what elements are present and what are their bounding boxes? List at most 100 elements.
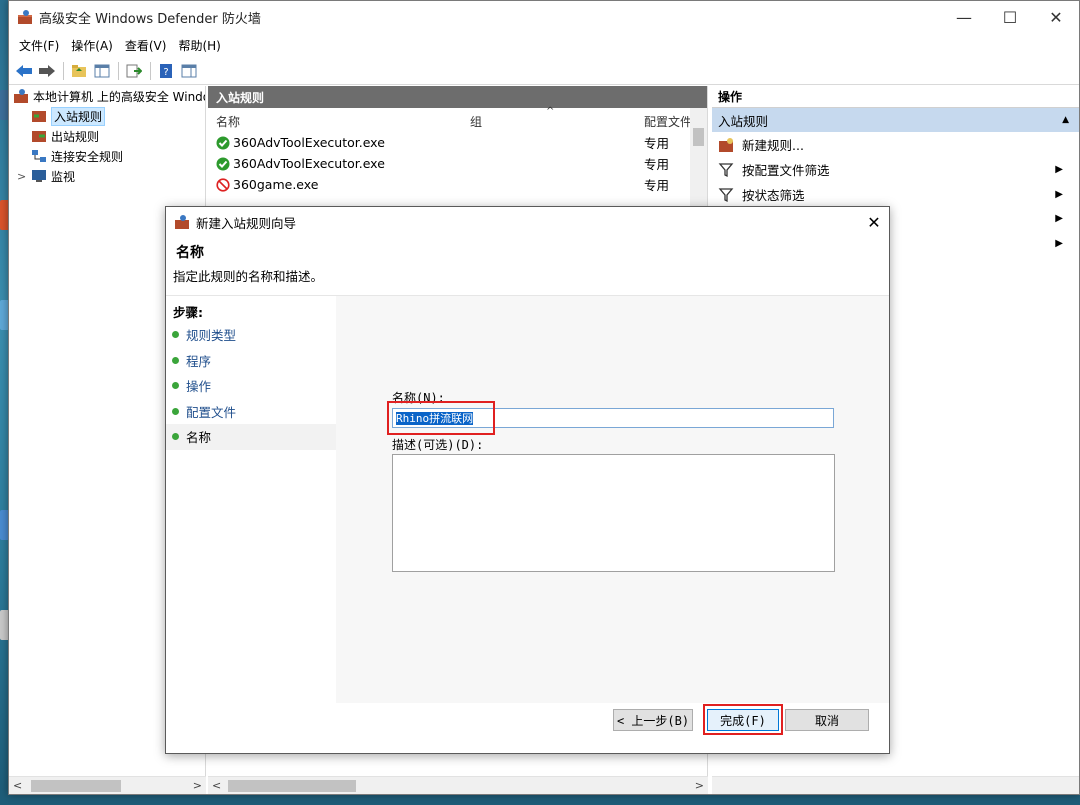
- window-title: 高级安全 Windows Defender 防火墙: [39, 11, 261, 27]
- action-filter-by-state[interactable]: 按状态筛选 ▶: [712, 182, 1079, 207]
- tree-item-monitoring[interactable]: > 监视: [9, 166, 205, 186]
- column-group[interactable]: 组: [470, 113, 482, 130]
- collapse-caret-icon[interactable]: ▲: [1062, 115, 1069, 125]
- name-highlight-annotation: [387, 401, 495, 435]
- tree-horizontal-scrollbar[interactable]: < >: [9, 776, 206, 794]
- step-rule-type[interactable]: 规则类型: [166, 322, 336, 348]
- dialog-body: 步骤: 规则类型 程序 操作 配置文件 名称 名称(N): Rhino拼流联网 …: [166, 295, 889, 703]
- close-button[interactable]: ✕: [1033, 1, 1079, 33]
- block-icon: [216, 177, 230, 192]
- rule-name: 360AdvToolExecutor.exe: [233, 135, 385, 150]
- wizard-form: 名称(N): Rhino拼流联网 描述(可选)(D):: [336, 296, 889, 703]
- step-profile[interactable]: 配置文件: [166, 399, 336, 425]
- dialog-title: 新建入站规则向导: [196, 215, 297, 231]
- inbound-rules-icon: [32, 111, 46, 122]
- tree-item-outbound-rules[interactable]: 出站规则: [9, 126, 205, 146]
- action-label: 按配置文件筛选: [742, 163, 830, 178]
- toolbar-separator: [118, 61, 119, 80]
- description-label: 描述(可选)(D):: [392, 438, 484, 452]
- submenu-arrow-icon: ▶: [1055, 238, 1063, 249]
- step-label: 配置文件: [186, 404, 237, 420]
- scroll-right-icon[interactable]: >: [695, 779, 704, 792]
- step-program[interactable]: 程序: [166, 348, 336, 374]
- scrollbar-thumb[interactable]: [693, 128, 704, 146]
- back-arrow-icon[interactable]: [13, 60, 35, 82]
- minimize-button[interactable]: —: [941, 1, 987, 33]
- dialog-heading: 名称: [176, 245, 204, 261]
- rule-profile: 专用: [644, 178, 670, 193]
- tree-item-label: 监视: [51, 169, 76, 184]
- toolbar-separator: [63, 61, 64, 80]
- dialog-description: 指定此规则的名称和描述。: [173, 269, 324, 284]
- step-dot-icon: [172, 331, 179, 339]
- menu-bar: 文件(F) 操作(A) 查看(V) 帮助(H): [9, 33, 1079, 57]
- rule-description-textarea[interactable]: [392, 454, 835, 572]
- tree-item-inbound-rules[interactable]: 入站规则: [9, 106, 205, 126]
- menu-file[interactable]: 文件(F): [13, 37, 65, 54]
- scrollbar-thumb[interactable]: [228, 780, 356, 792]
- rules-pane-header: 入站规则: [208, 86, 707, 108]
- rule-row[interactable]: 360AdvToolExecutor.exe 专用: [208, 153, 707, 174]
- action-new-rule[interactable]: 新建规则...: [712, 132, 1079, 157]
- rules-vertical-scrollbar[interactable]: [690, 108, 707, 208]
- rule-profile: 专用: [644, 157, 670, 172]
- cancel-button[interactable]: 取消: [785, 709, 869, 731]
- rule-name: 360AdvToolExecutor.exe: [233, 156, 385, 171]
- dialog-close-button[interactable]: ✕: [859, 207, 889, 237]
- show-hide-tree-icon[interactable]: [91, 60, 113, 82]
- menu-action[interactable]: 操作(A): [65, 37, 119, 54]
- step-name[interactable]: 名称: [166, 424, 336, 450]
- tree-item-connection-security-rules[interactable]: 连接安全规则: [9, 146, 205, 166]
- forward-arrow-icon[interactable]: [36, 60, 58, 82]
- rule-row[interactable]: 360AdvToolExecutor.exe 专用: [208, 132, 707, 153]
- dialog-titlebar: 新建入站规则向导 ✕: [166, 207, 889, 237]
- rule-row[interactable]: 360game.exe 专用: [208, 174, 707, 195]
- show-hide-action-pane-icon[interactable]: [178, 60, 200, 82]
- steps-title: 步骤:: [173, 305, 203, 320]
- step-action[interactable]: 操作: [166, 373, 336, 399]
- column-headers: 名称 组 ^ 配置文件: [208, 106, 707, 132]
- scroll-left-icon[interactable]: <: [13, 779, 22, 792]
- action-filter-by-profile[interactable]: 按配置文件筛选 ▶: [712, 157, 1079, 182]
- tree-root[interactable]: 本地计算机 上的高级安全 Windows Defender 防火墙: [9, 86, 205, 106]
- maximize-button[interactable]: ☐: [987, 1, 1033, 33]
- column-name[interactable]: 名称: [216, 113, 240, 130]
- up-folder-icon[interactable]: [68, 60, 90, 82]
- scroll-left-icon[interactable]: <: [212, 779, 221, 792]
- back-button[interactable]: < 上一步(B): [613, 709, 693, 731]
- export-list-icon[interactable]: [123, 60, 145, 82]
- finish-highlight-annotation: [703, 704, 783, 735]
- sort-caret-icon: ^: [546, 106, 555, 117]
- menu-view[interactable]: 查看(V): [119, 37, 173, 54]
- rule-profile: 专用: [644, 136, 670, 151]
- column-profile[interactable]: 配置文件: [644, 113, 692, 130]
- toolbar: ?: [9, 57, 1079, 85]
- step-dot-icon: [172, 407, 179, 415]
- scroll-right-icon[interactable]: >: [193, 779, 202, 792]
- toolbar-separator: [150, 61, 151, 80]
- tree-root-label: 本地计算机 上的高级安全 Windows Defender 防火墙: [33, 89, 205, 104]
- step-label: 名称: [186, 430, 212, 446]
- tree-item-label: 连接安全规则: [51, 149, 124, 164]
- rules-horizontal-scrollbar[interactable]: < >: [208, 776, 708, 794]
- step-dot-icon: [172, 433, 179, 441]
- scrollbar-thumb[interactable]: [31, 780, 121, 792]
- new-rule-icon: [719, 137, 733, 152]
- action-label: 按状态筛选: [742, 188, 805, 203]
- actions-horizontal-scrollbar[interactable]: [712, 776, 1079, 794]
- filter-icon: [718, 187, 734, 202]
- step-dot-icon: [172, 382, 179, 390]
- menu-help[interactable]: 帮助(H): [172, 37, 226, 54]
- monitoring-icon: [32, 170, 46, 182]
- allow-check-icon: [216, 136, 230, 149]
- actions-section-inbound[interactable]: 入站规则 ▲: [712, 108, 1079, 132]
- step-label: 规则类型: [186, 328, 237, 344]
- firewall-icon: [14, 89, 28, 103]
- window-titlebar: 高级安全 Windows Defender 防火墙 — ☐ ✕: [9, 1, 1079, 33]
- action-label: 新建规则...: [742, 138, 804, 153]
- rule-name: 360game.exe: [233, 177, 319, 192]
- help-icon[interactable]: ?: [155, 60, 177, 82]
- expand-chevron-icon[interactable]: >: [17, 170, 31, 183]
- tree-item-label: 入站规则: [51, 106, 106, 126]
- step-dot-icon: [172, 356, 179, 364]
